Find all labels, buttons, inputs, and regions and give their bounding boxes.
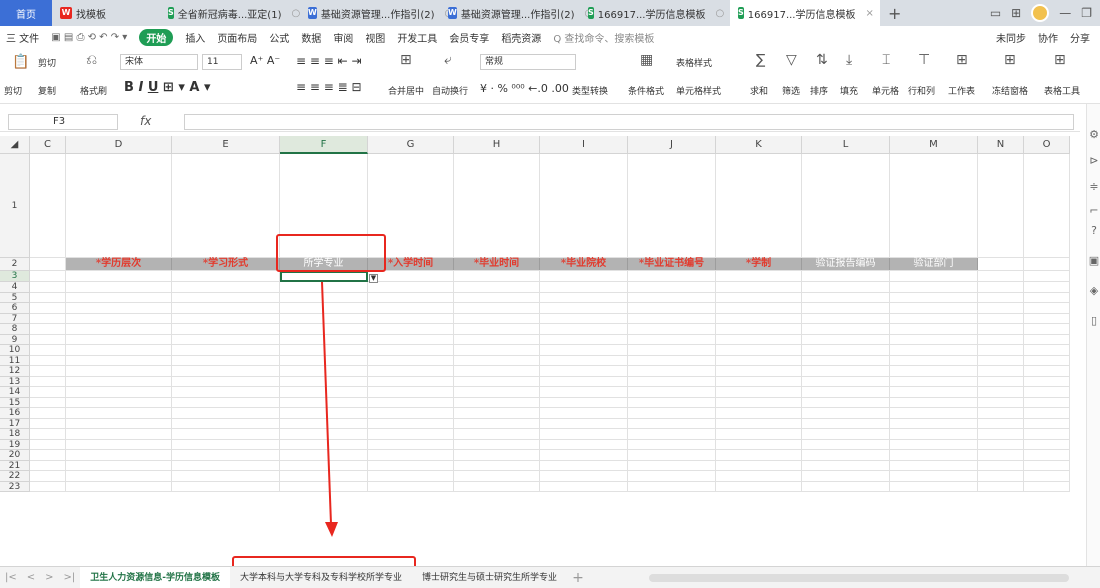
book-icon[interactable]: ▯ [1087, 314, 1100, 327]
adjust-icon[interactable]: ≑ [1087, 180, 1100, 193]
cursor-icon[interactable]: ⊳ [1087, 154, 1100, 167]
prev-sheet-icon[interactable]: < [22, 572, 40, 583]
last-sheet-icon[interactable]: >| [59, 572, 81, 583]
crop-icon[interactable]: ⌐ [1087, 204, 1100, 217]
first-sheet-icon[interactable]: |< [0, 572, 22, 583]
annotation-arrow [321, 281, 338, 537]
sheet-tab-active[interactable]: 卫生人力资源信息-学历信息模板 [80, 566, 231, 588]
settings-icon[interactable]: ⚙ [1087, 128, 1100, 141]
chart-icon[interactable]: ▣ [1087, 254, 1100, 267]
sheet-tab[interactable]: 博士研究生与硕士研究生所学专业 [412, 567, 567, 588]
share-icon[interactable]: ◈ [1087, 284, 1100, 297]
next-sheet-icon[interactable]: > [40, 572, 58, 583]
sheet-tab[interactable]: 大学本科与大学专科及专科学校所学专业 [230, 567, 412, 588]
help-icon[interactable]: ? [1087, 224, 1100, 237]
sheet-tab-bar: |< < > >| 卫生人力资源信息-学历信息模板 大学本科与大学专科及专科学校… [0, 566, 1100, 588]
horizontal-scrollbar[interactable] [648, 573, 1069, 582]
add-sheet-icon[interactable]: + [567, 570, 589, 586]
right-sidebar: ⚙ ⊳ ≑ ⌐ ? ▣ ◈ ▯ [1086, 104, 1100, 574]
